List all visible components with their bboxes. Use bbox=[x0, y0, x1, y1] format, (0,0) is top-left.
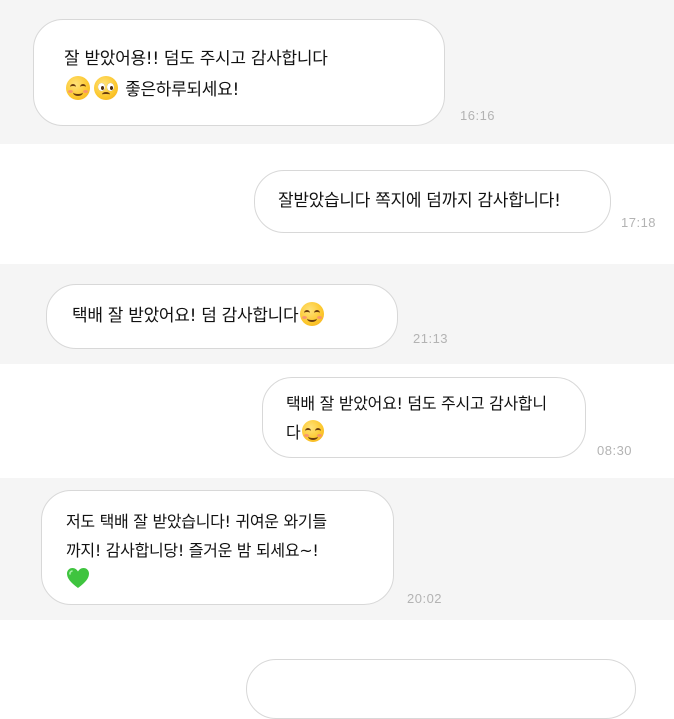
message-timestamp: 08:30 bbox=[597, 443, 633, 458]
message-text-line: 좋은하루되세요! bbox=[125, 80, 240, 100]
message-text-line: 택배 잘 받았어요! 덤 감사합니다 bbox=[72, 306, 299, 326]
message-timestamp: 20:02 bbox=[407, 591, 443, 606]
message-text-line: 다 bbox=[286, 423, 301, 442]
message-bubble-received[interactable]: 잘 받았어용!! 덤도 주시고 감사합니다 좋은하루되세요! bbox=[33, 19, 445, 126]
message-bubble-sent[interactable] bbox=[246, 659, 636, 719]
message-bubble-received[interactable]: 택배 잘 받았어요! 덤 감사합니다 bbox=[46, 284, 398, 349]
message-text-line: 잘 받았어용!! 덤도 주시고 감사합니다 bbox=[64, 49, 328, 69]
relieved-smile-emoji bbox=[66, 76, 90, 100]
message-timestamp: 17:18 bbox=[621, 215, 657, 230]
message-text-line: 까지! 감사합니당! 즐거운 밤 되세요~! bbox=[66, 541, 319, 560]
message-bubble-sent[interactable]: 잘받았습니다 쪽지에 덤까지 감사합니다! bbox=[254, 170, 611, 233]
message-text-line: 잘받았습니다 쪽지에 덤까지 감사합니다! bbox=[278, 191, 561, 211]
message-bubble-sent[interactable]: 택배 잘 받았어요! 덤도 주시고 감사합니 다 bbox=[262, 377, 586, 458]
message-text-line: 택배 잘 받았어요! 덤도 주시고 감사합니 bbox=[286, 394, 547, 413]
message-text-line: 저도 택배 잘 받았습니다! 귀여운 와기들 bbox=[66, 512, 327, 531]
pleading-face-emoji bbox=[94, 76, 118, 100]
green-heart-emoji bbox=[67, 568, 89, 588]
smiling-face-emoji bbox=[302, 420, 325, 442]
message-bubble-received[interactable]: 저도 택배 잘 받았습니다! 귀여운 와기들 까지! 감사합니당! 즐거운 밤 … bbox=[41, 490, 394, 605]
smiling-face-emoji bbox=[300, 302, 325, 326]
message-timestamp: 21:13 bbox=[413, 331, 449, 346]
message-timestamp: 16:16 bbox=[460, 108, 496, 123]
